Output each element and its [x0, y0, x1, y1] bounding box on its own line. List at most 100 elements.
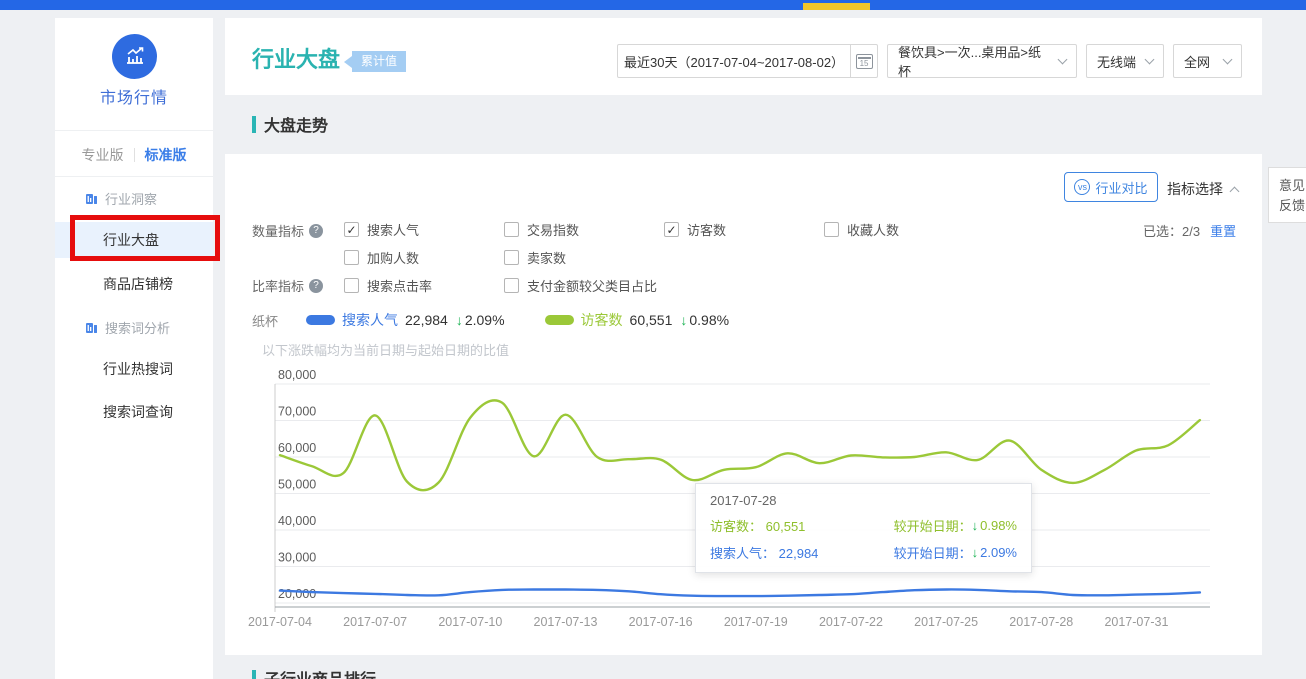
badge-arrow	[344, 56, 352, 68]
quantity-indicator-label: 数量指标 ?	[252, 221, 323, 240]
sidebar-item-hot-search-words[interactable]: 行业热搜词	[55, 351, 213, 387]
chevron-down-icon	[1058, 55, 1068, 65]
svg-text:2017-07-16: 2017-07-16	[629, 615, 693, 629]
svg-text:2017-07-04: 2017-07-04	[248, 615, 312, 629]
ratio-indicator-label: 比率指标 ?	[252, 276, 323, 295]
checkbox-icon: ✓	[824, 222, 839, 237]
sidebar	[55, 18, 213, 679]
svg-text:2017-07-31: 2017-07-31	[1104, 615, 1168, 629]
checkbox-label: 收藏人数	[847, 220, 899, 239]
selected-count: 已选：2/3重置	[1143, 221, 1236, 240]
checkbox-label: 交易指数	[527, 220, 579, 239]
svg-text:70,000: 70,000	[278, 405, 316, 419]
svg-text:20,000: 20,000	[278, 587, 316, 601]
sidebar-item-search-word-query[interactable]: 搜索词查询	[55, 394, 213, 430]
legend-name: 搜索人气	[342, 310, 398, 330]
cumulative-value-badge: 累计值	[352, 51, 406, 72]
checkbox-favorites[interactable]: ✓ 收藏人数	[824, 220, 899, 239]
sidebar-item-label: 搜索词查询	[103, 402, 173, 422]
svg-text:2017-07-19: 2017-07-19	[724, 615, 788, 629]
top-nav-active-indicator	[803, 3, 870, 10]
sidebar-item-product-shop-rank[interactable]: 商品店铺榜	[55, 266, 213, 302]
sidebar-item-label: 商品店铺榜	[103, 274, 173, 294]
legend-change: 0.98%	[689, 312, 729, 328]
tooltip-row-visitors: 访客数： 60,551 较开始日期：↓0.98%	[710, 516, 1017, 535]
help-icon[interactable]: ?	[309, 279, 323, 293]
section-title: 大盘走势	[264, 112, 328, 136]
checkbox-icon: ✓	[344, 222, 359, 237]
legend-change: 2.09%	[465, 312, 505, 328]
terminal-value: 无线端	[1097, 52, 1136, 71]
chevron-up-icon	[1230, 186, 1240, 196]
checkbox-add-cart[interactable]: ✓ 加购人数	[344, 248, 419, 267]
top-nav-bar	[0, 0, 1306, 10]
sidebar-item-industry-board[interactable]: 行业大盘	[55, 222, 213, 258]
checkbox-label: 卖家数	[527, 248, 566, 267]
legend-name: 访客数	[581, 310, 623, 330]
chart-note: 以下涨跌幅均为当前日期与起始日期的比值	[262, 340, 509, 359]
checkbox-sellers[interactable]: ✓ 卖家数	[504, 248, 566, 267]
checkbox-label: 访客数	[687, 220, 726, 239]
calendar-button[interactable]: 15	[850, 45, 877, 77]
checkbox-search-popularity[interactable]: ✓ 搜索人气	[344, 220, 419, 239]
feedback-tab[interactable]: 意见 反馈	[1268, 167, 1306, 223]
sidebar-section-label: 行业洞察	[105, 189, 157, 208]
checkbox-payment-ratio[interactable]: ✓ 支付金额较父类目占比	[504, 276, 657, 295]
svg-text:30,000: 30,000	[278, 551, 316, 565]
down-arrow-icon: ↓	[972, 518, 979, 533]
legend-pill-search[interactable]	[306, 315, 335, 325]
sidebar-item-label: 行业热搜词	[103, 359, 173, 379]
feedback-line: 反馈	[1279, 196, 1306, 216]
industry-compare-button[interactable]: vs 行业对比	[1064, 172, 1158, 202]
scope-selector[interactable]: 全网	[1173, 44, 1242, 78]
checkbox-label: 加购人数	[367, 248, 419, 267]
checkbox-label: 搜索人气	[367, 220, 419, 239]
terminal-selector[interactable]: 无线端	[1086, 44, 1164, 78]
svg-text:60,000: 60,000	[278, 441, 316, 455]
legend-value: 60,551	[630, 312, 673, 328]
category-value: 餐饮具>一次...桌用品>纸杯	[898, 42, 1051, 80]
trend-chart-icon	[122, 44, 148, 70]
checkbox-icon: ✓	[664, 222, 679, 237]
sidebar-section-search-analysis: 搜索词分析	[55, 317, 213, 337]
category-selector[interactable]: 餐饮具>一次...桌用品>纸杯	[887, 44, 1077, 78]
checkbox-icon: ✓	[504, 278, 519, 293]
divider	[55, 176, 213, 177]
section-header-trend: 大盘走势	[252, 112, 328, 136]
svg-text:2017-07-25: 2017-07-25	[914, 615, 978, 629]
vs-icon: vs	[1074, 179, 1090, 195]
date-range-selector[interactable]: 最近30天（2017-07-04~2017-08-02） 15	[617, 44, 878, 78]
checkbox-label: 搜索点击率	[367, 276, 432, 295]
svg-text:2017-07-10: 2017-07-10	[438, 615, 502, 629]
page-title: 行业大盘	[252, 42, 340, 74]
app-title: 市场行情	[55, 84, 213, 108]
tooltip-date: 2017-07-28	[710, 493, 1017, 508]
tab-professional[interactable]: 专业版	[72, 145, 134, 165]
reset-button[interactable]: 重置	[1210, 224, 1236, 239]
checkbox-visitors[interactable]: ✓ 访客数	[664, 220, 726, 239]
scope-value: 全网	[1184, 52, 1210, 71]
section-title: 子行业商品排行	[264, 666, 376, 679]
down-arrow-icon: ↓	[972, 545, 979, 560]
section-header-sub-industry: 子行业商品排行	[252, 666, 376, 679]
divider	[55, 130, 213, 131]
section-marker	[252, 670, 256, 679]
chevron-down-icon	[1223, 55, 1233, 65]
section-marker	[252, 116, 256, 133]
chevron-down-icon	[1145, 55, 1155, 65]
indicator-select-toggle[interactable]: 指标选择	[1167, 179, 1238, 199]
down-arrow-icon: ↓	[456, 312, 463, 328]
checkbox-trade-index[interactable]: ✓ 交易指数	[504, 220, 579, 239]
help-icon[interactable]: ?	[309, 224, 323, 238]
chart-legend: 纸杯 搜索人气 22,984 ↓ 2.09% 访客数 60,551 ↓ 0.98…	[252, 310, 769, 330]
svg-text:50,000: 50,000	[278, 478, 316, 492]
legend-pill-visitors[interactable]	[545, 315, 574, 325]
checkbox-icon: ✓	[344, 250, 359, 265]
compare-label: 行业对比	[1095, 178, 1147, 197]
checkbox-search-ctr[interactable]: ✓ 搜索点击率	[344, 276, 432, 295]
calendar-icon: 15	[856, 54, 873, 69]
tab-standard[interactable]: 标准版	[135, 145, 197, 165]
market-trends-logo	[112, 34, 157, 79]
svg-text:80,000: 80,000	[278, 368, 316, 382]
legend-value: 22,984	[405, 312, 448, 328]
